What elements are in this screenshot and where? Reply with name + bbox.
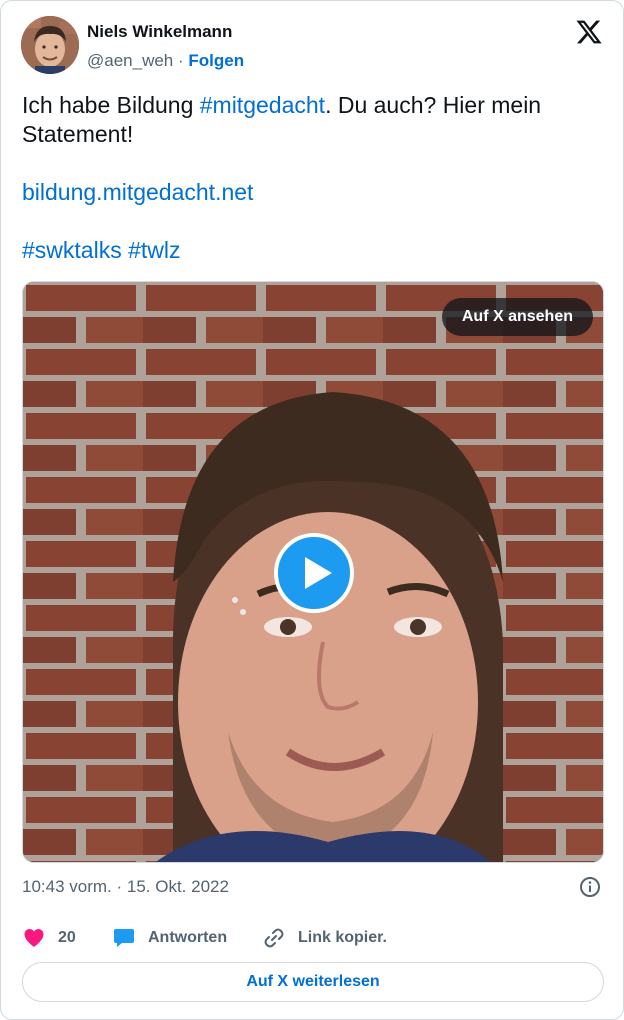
speech-bubble-icon bbox=[114, 929, 134, 947]
reply-label: Antworten bbox=[148, 929, 228, 946]
reply-button[interactable]: Antworten bbox=[112, 923, 227, 953]
tweet-header: Niels Winkelmann @aen_weh · Folgen bbox=[21, 16, 605, 76]
read-more-button[interactable]: Auf X weiterlesen bbox=[22, 962, 604, 1002]
hashtag-swktalks[interactable]: #swktalks bbox=[22, 237, 122, 263]
info-icon[interactable] bbox=[579, 876, 601, 898]
hashtag-twlz[interactable]: #twlz bbox=[128, 237, 180, 263]
x-logo-icon[interactable] bbox=[575, 18, 603, 46]
handle-separator: · bbox=[173, 51, 189, 70]
watch-on-x-button[interactable]: Auf X ansehen bbox=[441, 298, 593, 336]
video-media[interactable]: Auf X ansehen bbox=[22, 281, 604, 863]
heart-icon bbox=[24, 929, 44, 947]
tweet-paragraph-1: Ich habe Bildung #mitgedacht. Du auch? H… bbox=[22, 91, 602, 149]
copy-link-label: Link kopier. bbox=[298, 929, 387, 946]
avatar[interactable] bbox=[21, 16, 79, 74]
tweet-text-before: Ich habe Bildung bbox=[22, 92, 200, 118]
tweet-paragraph-2: bildung.mitgedacht.net bbox=[22, 178, 602, 207]
tweet-timestamp[interactable]: 10:43 vorm. · 15. Okt. 2022 bbox=[22, 877, 229, 897]
tweet-text: Ich habe Bildung #mitgedacht. Du auch? H… bbox=[22, 91, 602, 265]
tweet-actions: 20 Antworten Link kopier. bbox=[22, 923, 602, 953]
like-count: 20 bbox=[58, 929, 76, 946]
play-icon[interactable] bbox=[274, 533, 354, 613]
external-link[interactable]: bildung.mitgedacht.net bbox=[22, 179, 253, 205]
embedded-tweet-card: Niels Winkelmann @aen_weh · Folgen Ich h… bbox=[0, 0, 624, 1020]
like-button[interactable]: 20 bbox=[22, 923, 76, 953]
author-handle-line: @aen_weh · Folgen bbox=[87, 51, 244, 71]
follow-button[interactable]: Folgen bbox=[188, 51, 244, 70]
tweet-paragraph-3: #swktalks #twlz bbox=[22, 236, 602, 265]
copy-link-button[interactable]: Link kopier. bbox=[262, 923, 387, 953]
author-handle[interactable]: @aen_weh bbox=[87, 51, 173, 70]
hashtag-mitgedacht[interactable]: #mitgedacht bbox=[200, 92, 325, 118]
author-name[interactable]: Niels Winkelmann bbox=[87, 22, 232, 42]
link-icon bbox=[264, 928, 284, 948]
